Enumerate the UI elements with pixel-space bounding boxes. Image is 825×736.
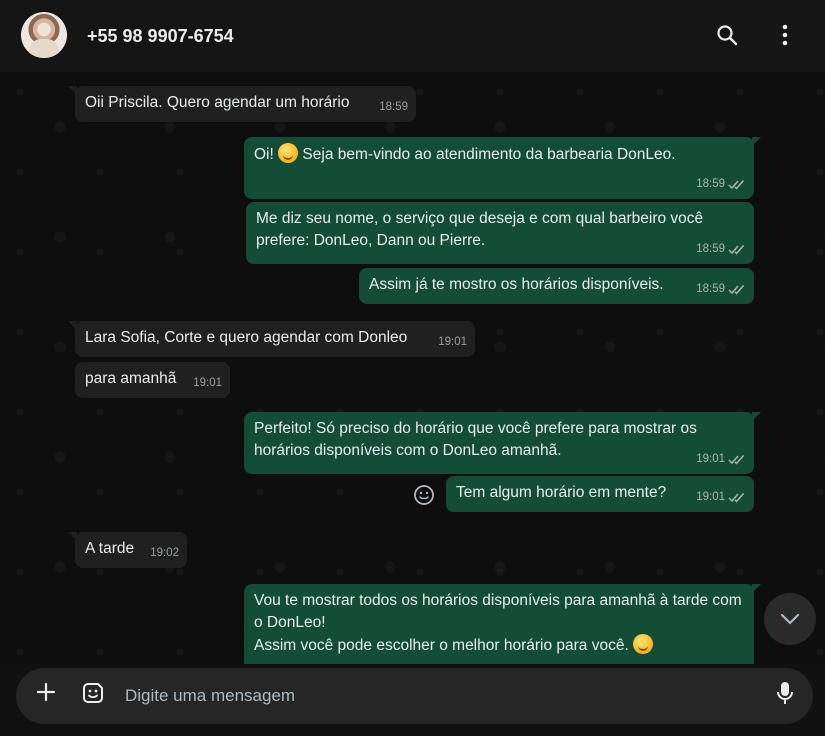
contact-avatar[interactable] bbox=[21, 12, 67, 58]
message-outgoing[interactable]: Tem algum horário em mente? 19:01 bbox=[446, 476, 754, 512]
message-text: Me diz seu nome, o serviço que deseja e … bbox=[256, 210, 708, 249]
message-text: Oi! Seja bem-vindo ao atendimento da bar… bbox=[254, 143, 744, 166]
message-input[interactable] bbox=[123, 684, 747, 708]
double-check-icon bbox=[728, 179, 745, 190]
emoji-reaction-icon[interactable] bbox=[412, 483, 436, 507]
contact-name[interactable]: +55 98 9907-6754 bbox=[87, 26, 234, 47]
message-incoming[interactable]: Lara Sofia, Corte e quero agendar com Do… bbox=[68, 321, 475, 357]
microphone-icon[interactable] bbox=[773, 680, 797, 706]
message-time: 19:01 bbox=[438, 336, 467, 348]
double-check-icon bbox=[728, 492, 745, 503]
message-meta: 18:59 bbox=[696, 238, 746, 260]
message-incoming[interactable]: Oii Priscila. Quero agendar um horário 1… bbox=[68, 86, 416, 122]
whatsapp-chat-window: +55 98 9907-6754 Oii Priscila. Quero age… bbox=[0, 0, 825, 736]
search-icon[interactable] bbox=[714, 22, 740, 48]
message-meta: 18:59 bbox=[696, 278, 746, 300]
message-outgoing[interactable]: Perfeito! Só preciso do horário que você… bbox=[244, 412, 761, 474]
message-meta: 19:01 bbox=[696, 486, 746, 508]
message-meta: 18:59 bbox=[696, 173, 746, 195]
message-text: Vou te mostrar todos os horários disponí… bbox=[254, 592, 746, 654]
message-text: Oii Priscila. Quero agendar um horário bbox=[85, 94, 350, 111]
message-text: Assim já te mostro os horários disponíve… bbox=[369, 276, 664, 293]
menu-icon[interactable] bbox=[772, 22, 798, 48]
scroll-to-bottom-button[interactable] bbox=[764, 593, 816, 645]
message-list[interactable]: Oii Priscila. Quero agendar um horário 1… bbox=[0, 72, 825, 664]
message-text: Perfeito! Só preciso do horário que você… bbox=[254, 420, 702, 459]
chevron-down-icon bbox=[780, 613, 800, 625]
message-outgoing[interactable]: Vou te mostrar todos os horários disponí… bbox=[244, 584, 761, 664]
message-time: 19:02 bbox=[150, 547, 179, 559]
message-time: 18:59 bbox=[379, 101, 408, 113]
message-outgoing[interactable]: Me diz seu nome, o serviço que deseja e … bbox=[246, 202, 754, 264]
chat-header: +55 98 9907-6754 bbox=[0, 0, 825, 73]
message-outgoing[interactable]: Oi! Seja bem-vindo ao atendimento da bar… bbox=[244, 137, 761, 199]
double-check-icon bbox=[728, 454, 745, 465]
message-time: 19:01 bbox=[193, 377, 222, 389]
message-outgoing[interactable]: Assim já te mostro os horários disponíve… bbox=[359, 268, 754, 304]
sticker-icon[interactable] bbox=[80, 680, 106, 706]
message-incoming[interactable]: A tarde 19:02 bbox=[68, 532, 187, 568]
message-meta: 19:01 bbox=[696, 448, 746, 470]
grinning-face-emoji bbox=[278, 143, 299, 163]
plus-icon[interactable] bbox=[34, 680, 58, 704]
double-check-icon bbox=[728, 244, 745, 255]
smiling-face-emoji bbox=[633, 634, 654, 654]
double-check-icon bbox=[728, 284, 745, 295]
message-text: Lara Sofia, Corte e quero agendar com Do… bbox=[85, 329, 408, 346]
message-incoming[interactable]: para amanhã 19:01 bbox=[75, 362, 230, 398]
